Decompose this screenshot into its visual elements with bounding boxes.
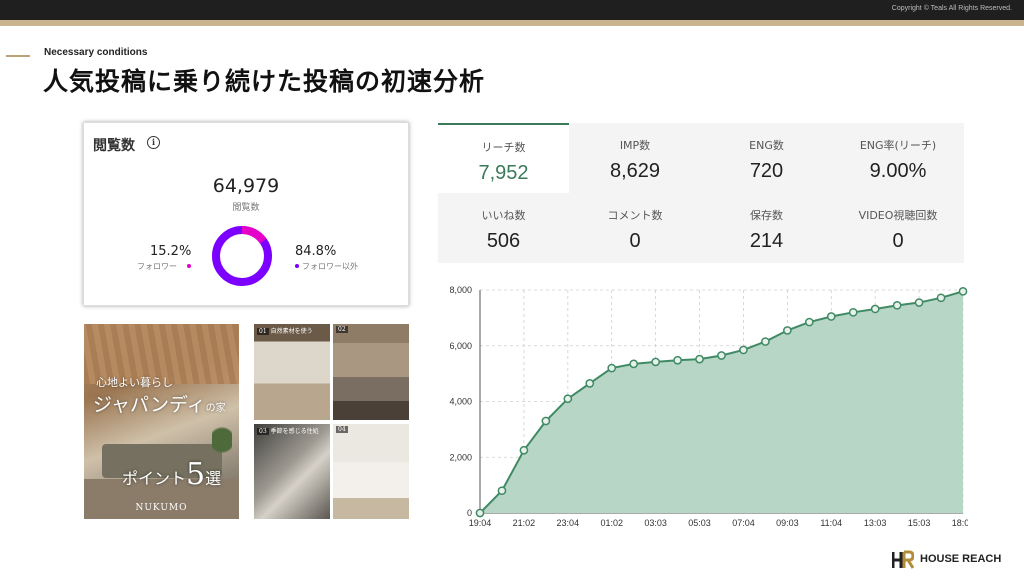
post-slide-image-4: 04 <box>333 424 409 519</box>
data-point <box>826 312 836 321</box>
data-point <box>519 445 529 455</box>
data-point <box>739 345 748 355</box>
metric-tile[interactable]: 保存数 214 <box>701 193 832 263</box>
cover-line-1: 心地よい暮らし <box>96 376 173 389</box>
top-bar: Copyright © Teals All Rights Reserved. <box>0 0 1024 20</box>
x-tick-label: 05:03 <box>688 518 711 528</box>
cover-line-3: ポイント5選 <box>122 457 222 492</box>
data-point <box>958 286 968 296</box>
metric-label: IMP数 <box>619 139 651 152</box>
data-point <box>761 337 770 346</box>
followers-dot-icon <box>187 264 191 268</box>
views-card-title: 閲覧数 <box>93 138 135 154</box>
x-tick-label: 15:03 <box>908 518 931 528</box>
metrics-grid: リーチ数 7,952 IMP数 8,629 ENG数 720 ENG率(リーチ) 9.00% い… <box>438 123 964 263</box>
series-area <box>480 291 963 513</box>
y-tick-label: 4,000 <box>449 397 472 407</box>
data-point <box>585 379 595 388</box>
data-point <box>629 359 639 369</box>
x-tick-label: 03:03 <box>644 518 667 528</box>
reach-growth-chart: 0 2,000 4,000 6,000 8,000 19:04 21:02 23:04 01:0… <box>449 285 968 528</box>
page-title: 人気投稿に乗り続けた投稿の初速分析 <box>43 67 486 96</box>
x-tick-label: 11:04 <box>820 518 842 528</box>
data-point <box>607 363 617 373</box>
data-point <box>783 326 792 335</box>
metric-tile[interactable]: リーチ数 7,952 <box>438 123 569 193</box>
data-point <box>717 351 726 360</box>
data-point <box>936 293 946 303</box>
data-point <box>497 486 507 496</box>
views-card: 閲覧数 i 64,979 閲覧数 15.2% フォロワー 84.8% フォロワー… <box>83 122 409 306</box>
x-tick-label: 23:04 <box>557 518 580 528</box>
metric-label: ENG数 <box>749 139 784 152</box>
x-tick-label: 18:05 <box>952 518 968 528</box>
data-point <box>892 300 902 310</box>
metric-tile[interactable]: コメント数 0 <box>570 193 701 263</box>
data-point <box>914 298 924 307</box>
data-point <box>870 304 880 314</box>
views-total-label: 閲覧数 <box>232 203 260 213</box>
metric-tile[interactable]: ENG率(リーチ) 9.00% <box>833 123 964 193</box>
x-tick-label: 09:03 <box>776 518 799 528</box>
copyright-text: Copyright © Teals All Rights Reserved. <box>891 5 1012 12</box>
metric-label: VIDEO視聴回数 <box>858 209 938 222</box>
cover-line-2: ジャパンディの家 <box>93 394 226 416</box>
followers-percent: 15.2% <box>150 244 192 259</box>
cover-brand: NUKUMO <box>135 503 188 513</box>
post-cover-image: 心地よい暮らし ジャパンディの家 ポイント5選 NUKUMO <box>84 324 239 519</box>
data-point <box>541 416 551 426</box>
y-tick-label: 8,000 <box>449 285 472 295</box>
x-tick-label: 01:02 <box>600 518 623 528</box>
section-label: Necessary conditions <box>44 47 148 58</box>
nonfollowers-percent: 84.8% <box>295 244 337 259</box>
views-donut-chart <box>212 226 272 286</box>
y-tick-label: 0 <box>467 508 472 518</box>
y-tick-label: 2,000 <box>449 452 472 462</box>
data-point <box>695 354 704 364</box>
house-reach-logo-icon <box>892 550 914 569</box>
metric-tile[interactable]: ENG数 720 <box>701 123 832 193</box>
metric-value: 506 <box>486 230 521 252</box>
nonfollowers-dot-icon <box>295 264 299 268</box>
metric-label: コメント数 <box>607 209 663 222</box>
post-slide-image-1: 01 自然素材を使う <box>254 324 330 420</box>
metric-label: 保存数 <box>750 209 783 222</box>
post-slide-image-3: 03 季節を感じる住処 <box>254 424 330 519</box>
x-tick-label: 19:04 <box>469 518 492 528</box>
data-point <box>804 317 814 327</box>
metric-value: 7,952 <box>478 162 529 184</box>
data-point <box>651 357 660 367</box>
data-point <box>563 394 573 404</box>
metric-value: 214 <box>749 230 784 252</box>
accent-stripe <box>0 20 1024 26</box>
metric-value: 8,629 <box>609 160 661 182</box>
views-total: 64,979 <box>212 175 280 197</box>
data-point <box>673 355 682 365</box>
metric-value: 0 <box>629 230 641 252</box>
metric-tile[interactable]: いいね数 506 <box>438 193 569 263</box>
metric-value: 720 <box>749 160 784 182</box>
metric-tile[interactable]: VIDEO視聴回数 0 <box>833 193 964 263</box>
y-tick-label: 6,000 <box>449 341 472 351</box>
metric-label: ENG率(リーチ) <box>859 139 937 152</box>
post-slide-image-2: 02 <box>333 324 409 420</box>
data-point <box>475 508 485 518</box>
nonfollowers-label: フォロワー以外 <box>302 262 358 271</box>
metric-label: リーチ数 <box>481 141 526 154</box>
metric-value: 0 <box>892 230 904 252</box>
metric-label: いいね数 <box>481 209 526 222</box>
brand-name: HOUSE REACH <box>920 553 1002 565</box>
info-icon[interactable]: i <box>147 136 160 149</box>
followers-label: フォロワー <box>137 262 177 271</box>
x-tick-label: 21:02 <box>513 518 536 528</box>
data-point <box>848 307 858 317</box>
metric-tile[interactable]: IMP数 8,629 <box>570 123 701 193</box>
section-tick <box>6 55 30 57</box>
x-tick-label: 13:03 <box>864 518 887 528</box>
x-tick-label: 07:04 <box>732 518 755 528</box>
metric-value: 9.00% <box>869 160 927 182</box>
